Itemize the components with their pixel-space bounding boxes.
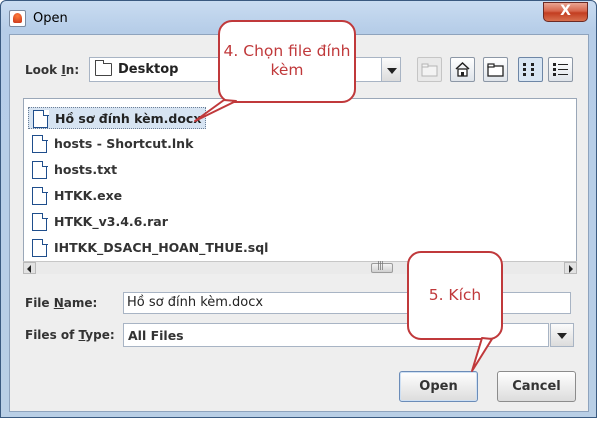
callout-pointers (194, 99, 493, 372)
pointer-click-open (471, 337, 493, 372)
pointer-choose-file (194, 99, 237, 122)
